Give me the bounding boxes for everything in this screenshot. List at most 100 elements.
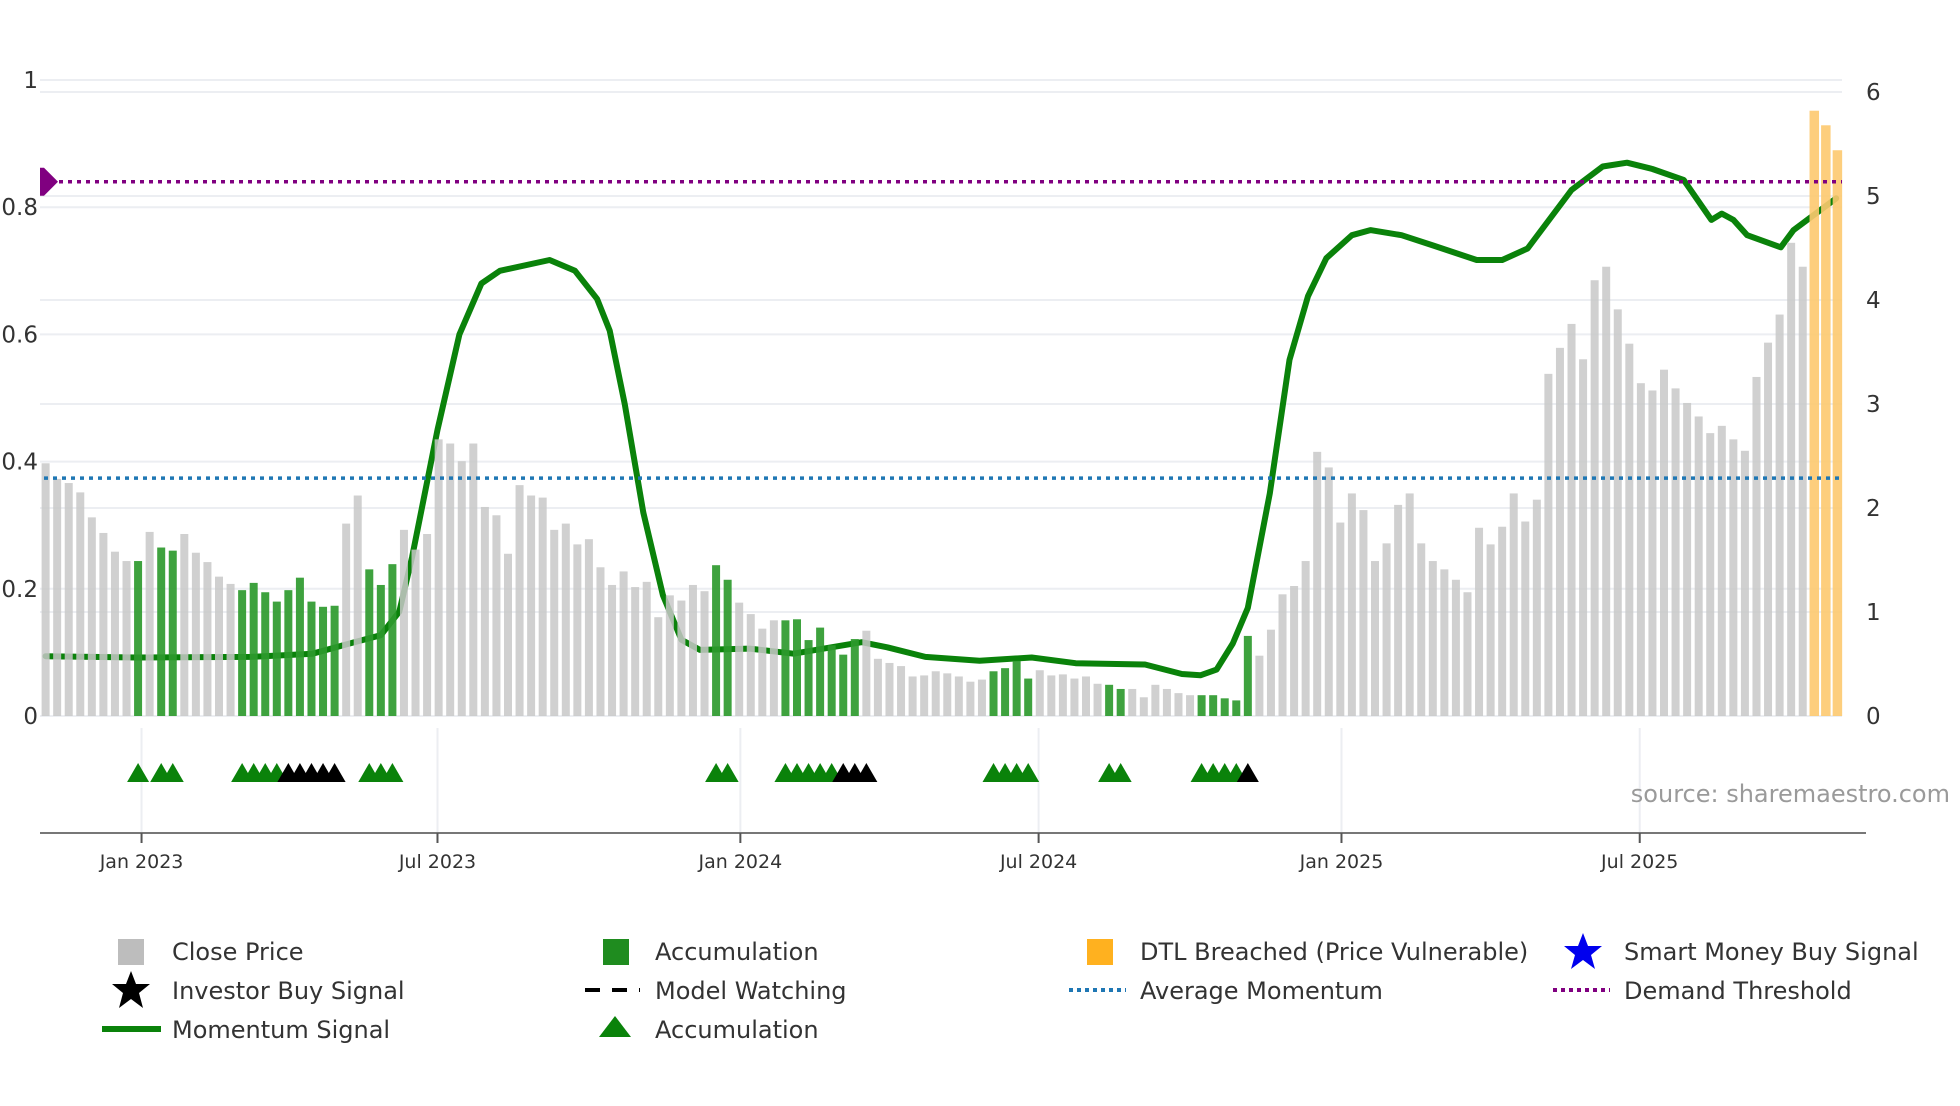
close-price-bar bbox=[1336, 522, 1345, 716]
x-tick-label: Jul 2023 bbox=[398, 851, 476, 873]
close-price-bar bbox=[1266, 629, 1275, 716]
close-price-bar bbox=[1671, 388, 1680, 716]
close-price-bar bbox=[1694, 416, 1703, 716]
close-price-bar bbox=[977, 679, 986, 716]
accumulation-bar bbox=[295, 577, 304, 716]
legend-item-demand-threshold[interactable]: Demand Threshold bbox=[1553, 977, 1852, 1005]
legend-item-accumulation-marker[interactable]: Accumulation bbox=[599, 1016, 819, 1044]
close-price-bar bbox=[480, 506, 489, 716]
close-price-bar bbox=[423, 534, 432, 716]
close-price-bar bbox=[1162, 688, 1171, 716]
close-price-bar bbox=[411, 549, 420, 716]
close-price-bar bbox=[596, 567, 605, 716]
accumulation-bar bbox=[1232, 700, 1241, 716]
close-price-bar bbox=[492, 515, 501, 716]
close-price-bar bbox=[943, 673, 952, 716]
legend-item-smart-money[interactable]: Smart Money Buy Signal bbox=[1564, 933, 1919, 969]
close-price-bar bbox=[53, 478, 62, 716]
accumulation-bar bbox=[157, 547, 166, 716]
close-price-bar bbox=[908, 676, 917, 716]
blue-star-icon bbox=[1564, 933, 1602, 969]
dtl-breached-bar bbox=[1809, 110, 1820, 717]
close-price-bar bbox=[446, 443, 455, 716]
legend-item-investor-buy[interactable]: Investor Buy Signal bbox=[112, 971, 405, 1008]
close-price-bar bbox=[608, 584, 617, 716]
y-tick-right-label: 6 bbox=[1866, 80, 1881, 106]
close-price-bar bbox=[561, 523, 570, 716]
close-price-bar bbox=[515, 485, 524, 716]
close-price-bar bbox=[1798, 266, 1807, 716]
legend-label: Investor Buy Signal bbox=[172, 977, 405, 1005]
x-tick-label: Jan 2024 bbox=[698, 851, 783, 873]
close-price-bar bbox=[1648, 390, 1657, 716]
close-price-bar bbox=[41, 463, 50, 716]
close-price-bar bbox=[1047, 675, 1056, 716]
legend-label: Model Watching bbox=[655, 977, 847, 1005]
y-tick-left-label: 1 bbox=[23, 68, 38, 94]
close-price-bar bbox=[1636, 383, 1645, 716]
close-price-bar bbox=[700, 591, 709, 716]
close-price-bar bbox=[550, 529, 559, 716]
y-tick-left-label: 0.6 bbox=[1, 322, 38, 348]
x-tick-label: Jan 2023 bbox=[99, 851, 184, 873]
accumulation-bar bbox=[330, 605, 339, 716]
legend-item-model-watching[interactable]: Model Watching bbox=[585, 977, 847, 1005]
close-price-bar bbox=[399, 529, 408, 716]
close-price-bar bbox=[1486, 544, 1495, 716]
accumulation-bar bbox=[1243, 635, 1252, 716]
close-price-bar bbox=[1567, 323, 1576, 716]
source-label: source: sharemaestro.com bbox=[1631, 780, 1950, 808]
close-price-bar bbox=[469, 443, 478, 716]
legend-label: Momentum Signal bbox=[172, 1016, 390, 1044]
x-tick-label: Jan 2025 bbox=[1299, 851, 1384, 873]
legend-item-dtl-breached[interactable]: DTL Breached (Price Vulnerable) bbox=[1087, 938, 1528, 966]
accumulation-bar bbox=[1024, 678, 1033, 716]
legend-item-accumulation-bar[interactable]: Accumulation bbox=[603, 938, 819, 966]
x-tick-label: Jul 2024 bbox=[999, 851, 1077, 873]
accumulation-bar bbox=[388, 564, 397, 716]
close-price-bar bbox=[1660, 369, 1668, 716]
close-price-bar bbox=[1498, 526, 1507, 716]
close-price-bar bbox=[353, 495, 362, 716]
legend-item-average-momentum[interactable]: Average Momentum bbox=[1069, 977, 1383, 1005]
close-price-bar bbox=[1555, 347, 1564, 716]
accumulation-bar bbox=[284, 590, 293, 716]
x-axis: Jan 2023 Jul 2023 Jan 2024 Jul 2024 Jan 2025… bbox=[40, 832, 1866, 873]
legend-label: Close Price bbox=[172, 938, 304, 966]
close-price-bar bbox=[954, 676, 963, 716]
close-price-bar bbox=[873, 658, 882, 716]
accumulation-bar bbox=[365, 569, 374, 716]
close-price-bar bbox=[226, 583, 235, 716]
close-price-bar bbox=[180, 534, 189, 716]
close-price-bar bbox=[1729, 439, 1738, 716]
y-tick-right-label: 4 bbox=[1866, 288, 1881, 314]
accumulation-bar bbox=[376, 584, 385, 716]
close-price-bar bbox=[64, 483, 73, 716]
close-price-bar bbox=[1625, 343, 1634, 716]
close-price-bar bbox=[1740, 450, 1749, 716]
close-price-bar bbox=[885, 662, 894, 716]
y-tick-left-label: 0 bbox=[23, 704, 38, 730]
accumulation-bar bbox=[989, 671, 998, 716]
close-price-bar bbox=[1151, 684, 1160, 716]
close-price-bar bbox=[1706, 433, 1715, 716]
legend-item-momentum-signal[interactable]: Momentum Signal bbox=[102, 1016, 390, 1044]
accumulation-bar bbox=[1197, 695, 1206, 716]
accumulation-bar bbox=[1209, 695, 1218, 716]
close-price-bar bbox=[527, 495, 536, 716]
close-price-bar bbox=[665, 595, 674, 716]
close-price-bar bbox=[1417, 543, 1426, 716]
close-price-bar bbox=[538, 497, 547, 716]
close-price-bar bbox=[966, 681, 975, 716]
close-price-bar bbox=[1382, 543, 1391, 716]
legend-label: Accumulation bbox=[655, 1016, 819, 1044]
accumulation-bar bbox=[272, 601, 281, 716]
legend-item-close-price[interactable]: Close Price bbox=[118, 938, 304, 966]
close-price-bar bbox=[434, 439, 443, 716]
accumulation-bar bbox=[1001, 668, 1010, 716]
accumulation-bar bbox=[1105, 684, 1114, 716]
y-axis-left: 0 0.2 0.4 0.6 0.8 1 bbox=[1, 68, 38, 730]
signal-markers bbox=[127, 763, 1259, 782]
y-tick-right-label: 5 bbox=[1866, 184, 1881, 210]
accumulation-bar bbox=[1012, 660, 1021, 716]
